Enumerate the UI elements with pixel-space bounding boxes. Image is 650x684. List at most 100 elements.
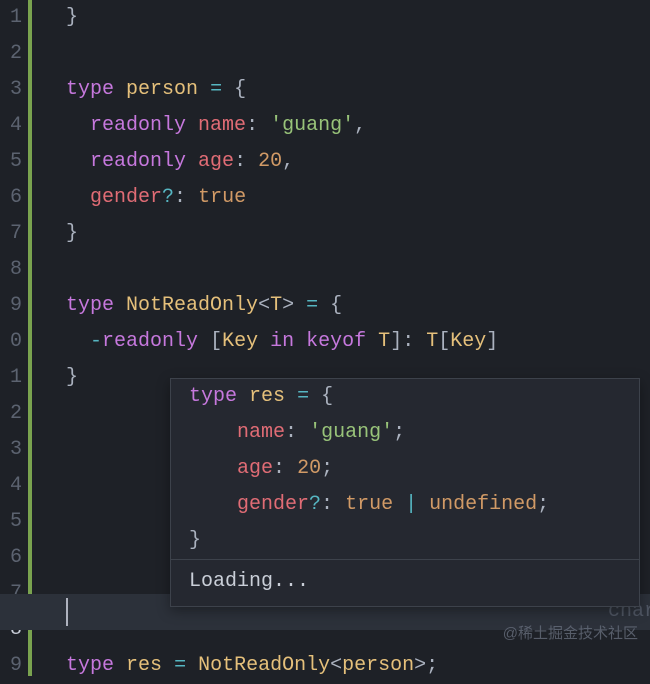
keyword-type: type [66,294,114,317]
brace-open: { [321,385,333,408]
optional-mark: ? [162,186,174,209]
mapped-key: Key [222,330,258,353]
line-number: 8 [0,252,22,288]
code-line[interactable]: } [66,216,650,252]
code-line[interactable] [66,252,650,288]
type-argument: person [342,654,414,677]
keyword-in: in [270,330,294,353]
colon: : [285,421,297,444]
property-name: age [237,457,273,480]
hover-line: } [171,523,639,559]
colon: : [402,330,414,353]
keyword-type: type [189,385,237,408]
line-number: 7 [0,216,22,252]
property-name: name [237,421,285,444]
line-number: 3 [0,432,22,468]
optional-mark: ? [309,493,321,516]
type-name: NotReadOnly [126,294,258,317]
angle-open: < [258,294,270,317]
brace-close: } [66,222,78,245]
line-number-gutter: 1 2 3 4 5 6 7 8 9 0 1 2 3 4 5 6 7 8 9 [0,0,28,676]
type-name: person [126,78,198,101]
property-name: gender [237,493,309,516]
line-number: 6 [0,180,22,216]
line-number: 1 [0,0,22,36]
line-number: 5 [0,144,22,180]
code-line[interactable]: type res = NotReadOnly<person>; [66,648,650,684]
comma: , [282,150,294,173]
number-literal: 20 [258,150,282,173]
keyword-type: type [66,78,114,101]
hover-line: name: 'guang'; [171,415,639,451]
colon: : [234,150,246,173]
type-parameter: T [270,294,282,317]
bracket-close: ] [390,330,402,353]
readonly-modifier: readonly [90,114,186,137]
watermark-text: @稀土掘金技术社区 [503,616,638,652]
type-parameter: T [426,330,438,353]
string-literal: 'guang' [309,421,393,444]
line-number: 2 [0,396,22,432]
type-parameter: T [378,330,390,353]
hover-loading-text: Loading... [171,560,639,606]
brace-close: } [189,529,201,552]
keyword-keyof: keyof [306,330,366,353]
keyword-type: type [66,654,114,677]
code-line[interactable]: } [66,0,650,36]
code-line[interactable] [66,36,650,72]
minus: - [90,330,102,353]
angle-close: > [282,294,294,317]
colon: : [273,457,285,480]
code-line[interactable]: type NotReadOnly<T> = { [66,288,650,324]
hover-line: gender?: true | undefined; [171,487,639,523]
mapped-key: Key [450,330,486,353]
colon: : [321,493,333,516]
colon: : [246,114,258,137]
bracket-open: [ [210,330,222,353]
bracket-close: ] [486,330,498,353]
string-literal: 'guang' [270,114,354,137]
code-line[interactable]: readonly name: 'guang', [66,108,650,144]
line-number: 0 [0,324,22,360]
line-number: 3 [0,72,22,108]
code-line[interactable]: -readonly [Key in keyof T]: T[Key] [66,324,650,360]
pipe: | [405,493,417,516]
readonly-modifier: readonly [102,330,198,353]
angle-open: < [330,654,342,677]
bracket-open: [ [438,330,450,353]
comma: , [354,114,366,137]
line-number: 1 [0,360,22,396]
semicolon: ; [426,654,438,677]
code-line[interactable]: type person = { [66,72,650,108]
brace-open: { [234,78,246,101]
line-number: 4 [0,108,22,144]
hover-tooltip[interactable]: type res = { name: 'guang'; age: 20; gen… [170,378,640,607]
equals: = [210,78,222,101]
type-name: res [126,654,162,677]
type-name: res [249,385,285,408]
code-editor[interactable]: 1 2 3 4 5 6 7 8 9 0 1 2 3 4 5 6 7 8 9 } … [0,0,650,676]
line-number: 4 [0,468,22,504]
equals: = [174,654,186,677]
undefined-keyword: undefined [429,493,537,516]
angle-close: > [414,654,426,677]
code-line[interactable]: gender?: true [66,180,650,216]
equals: = [306,294,318,317]
equals: = [297,385,309,408]
text-cursor [66,598,68,626]
line-number: 6 [0,540,22,576]
property-name: age [198,150,234,173]
line-number: 2 [0,36,22,72]
code-line[interactable]: readonly age: 20, [66,144,650,180]
brace-close: } [66,6,78,29]
line-number: 5 [0,504,22,540]
line-number: 9 [0,648,22,684]
number-literal: 20 [297,457,321,480]
line-number: 9 [0,288,22,324]
code-area[interactable]: } type person = { readonly name: 'guang'… [32,0,650,676]
hover-line: type res = { [171,379,639,415]
colon: : [174,186,186,209]
brace-close: } [66,366,78,389]
brace-open: { [330,294,342,317]
semicolon: ; [537,493,549,516]
